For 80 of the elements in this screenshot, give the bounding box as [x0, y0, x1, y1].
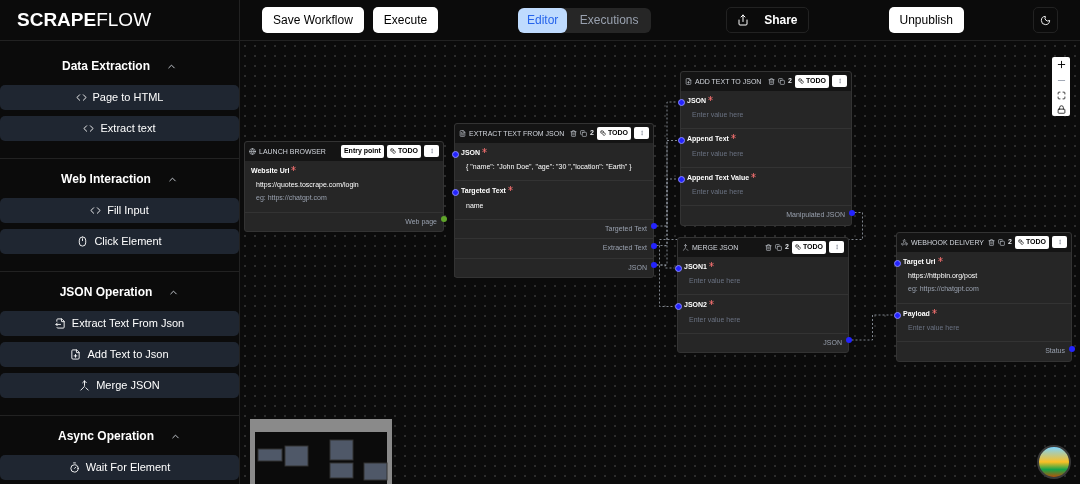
minimap-drawing[interactable] — [250, 419, 392, 484]
coins-icon — [794, 244, 801, 251]
drag-handle-button[interactable] — [424, 145, 439, 158]
mouse-icon — [77, 236, 89, 247]
view-tab[interactable]: Executions — [567, 7, 652, 33]
output-handle[interactable] — [650, 242, 657, 249]
code-icon — [90, 205, 102, 216]
trash-icon[interactable] — [765, 243, 772, 251]
output-handle[interactable] — [848, 209, 855, 216]
input-handle[interactable] — [677, 137, 685, 144]
theme-toggle-button[interactable] — [1033, 7, 1058, 33]
coins-icon — [1017, 239, 1024, 246]
file-export-icon — [54, 318, 66, 329]
input-handle[interactable] — [677, 175, 685, 183]
section-title: Data Extraction — [62, 58, 150, 75]
lock-icon[interactable] — [1056, 105, 1066, 114]
globe-icon — [249, 147, 256, 155]
toolbar-button[interactable]: Execute — [372, 7, 439, 33]
avatar[interactable] — [1037, 445, 1071, 479]
copy-icon — [998, 238, 1005, 246]
output-handle[interactable] — [1068, 345, 1075, 352]
edge-line — [851, 314, 894, 341]
vertical-dots-icon — [428, 148, 435, 155]
unpublish-button[interactable]: Unpublish — [888, 7, 964, 33]
copy-icon — [580, 129, 587, 137]
share-icon — [737, 14, 750, 26]
file-plus-icon — [685, 77, 692, 85]
sidebar-item[interactable]: Fill Input — [0, 198, 239, 223]
output-handle[interactable] — [650, 223, 657, 229]
copy-icon — [775, 243, 782, 251]
copy-icon — [778, 77, 785, 85]
coins-icon — [797, 78, 804, 85]
timer-icon — [68, 462, 80, 473]
code-icon — [83, 123, 95, 134]
moon-icon — [1040, 14, 1051, 26]
sidebar-item[interactable]: Page to HTML — [0, 85, 239, 110]
input-handle[interactable] — [674, 264, 682, 272]
input-handle[interactable] — [451, 189, 459, 196]
sidebar-item[interactable]: Extract text — [0, 116, 239, 141]
code-icon — [75, 92, 87, 103]
vertical-dots-icon — [836, 78, 843, 85]
coins-icon — [389, 148, 396, 155]
input-handle[interactable] — [674, 303, 682, 310]
output-handle[interactable] — [650, 262, 657, 268]
sidebar-item[interactable]: Add Text to Json — [0, 342, 239, 367]
output-handle[interactable] — [845, 337, 852, 343]
trash-icon[interactable] — [570, 129, 577, 137]
sidebar-item[interactable]: Merge JSON — [0, 373, 239, 398]
drag-handle-button[interactable] — [832, 75, 847, 88]
drag-handle-button[interactable] — [829, 241, 844, 254]
merge-icon — [682, 243, 689, 251]
section-title: JSON Operation — [59, 284, 153, 301]
drag-handle-button[interactable] — [634, 127, 649, 140]
output-handle[interactable] — [440, 216, 447, 222]
logo[interactable]: SCRAPEFLOW — [17, 5, 152, 35]
input-handle[interactable] — [451, 150, 459, 158]
fit-view-icon[interactable] — [1056, 91, 1066, 100]
view-tab[interactable]: Editor — [518, 7, 568, 33]
file-icon — [459, 129, 466, 137]
toolbar-button[interactable]: Save Workflow — [262, 7, 364, 33]
vertical-dots-icon — [1056, 239, 1063, 246]
input-handle[interactable] — [893, 311, 901, 319]
trash-icon[interactable] — [988, 238, 995, 246]
sidebar-item[interactable]: Click Element — [0, 229, 239, 254]
section-title: Async Operation — [58, 428, 154, 445]
sidebar-item[interactable]: Wait For Element — [0, 455, 239, 480]
zoom-in-icon[interactable] — [1055, 59, 1067, 70]
vertical-dots-icon — [833, 244, 840, 251]
input-handle[interactable] — [677, 98, 685, 106]
trash-icon[interactable] — [768, 77, 775, 85]
file-plus-icon — [70, 349, 82, 360]
drag-handle-button[interactable] — [1052, 236, 1067, 249]
coins-icon — [599, 130, 606, 137]
share-button[interactable]: Share — [726, 7, 809, 33]
section-title: Web Interaction — [61, 171, 151, 188]
sidebar-item[interactable]: Extract Text From Json — [0, 311, 239, 336]
webhook-icon — [901, 238, 908, 246]
merge-icon — [79, 380, 91, 391]
vertical-dots-icon — [638, 130, 645, 137]
input-handle[interactable] — [893, 259, 901, 267]
